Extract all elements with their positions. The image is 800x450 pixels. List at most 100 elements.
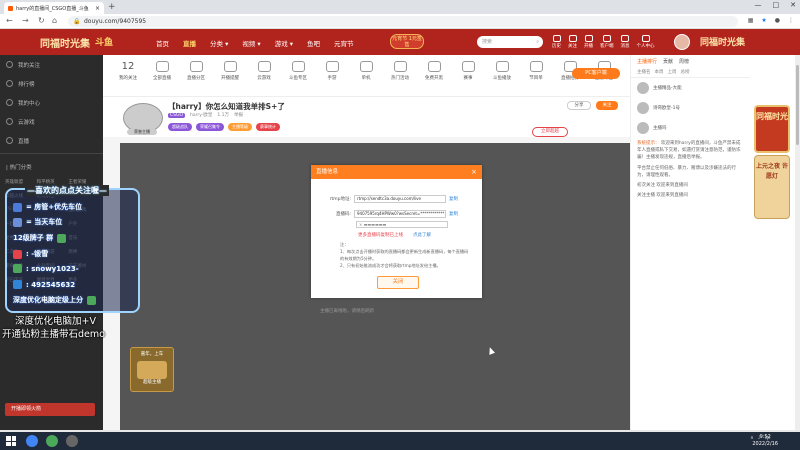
room-tag[interactable]: 赛事统计	[256, 123, 280, 131]
copy-key-button[interactable]: 复制	[449, 211, 458, 217]
clock[interactable]: 9:52 2022/2/16	[752, 434, 778, 448]
chrome-icon[interactable]	[26, 435, 38, 447]
close-icon[interactable]: ×	[471, 165, 477, 179]
rank-tab[interactable]: 主播名	[637, 69, 651, 75]
browser-tab[interactable]: harry的直播间_CSGO直播_斗鱼 ×	[4, 2, 104, 14]
nav-yuba[interactable]: 鱼吧	[307, 38, 320, 48]
minimize-icon[interactable]: —	[755, 1, 762, 9]
category-bar: 12 我的关注 全部直播 直播分区 开播提醒 云游戏 斗鱼专区 手游 单机 热门活动 免费开黑 赛…	[103, 55, 645, 97]
rank-tab[interactable]: 总榜	[681, 69, 690, 75]
home-icon[interactable]: ⌂	[52, 16, 57, 25]
lantern-banner[interactable]: 上元之夜 许愿灯	[754, 155, 790, 219]
follow-button[interactable]: 关注	[568, 35, 577, 49]
nav-live[interactable]: 直播	[183, 38, 196, 48]
reload-icon[interactable]: ↻	[38, 16, 45, 25]
follow-room-button[interactable]: 关注	[596, 101, 618, 110]
nav-category[interactable]: 分类 ▾	[210, 38, 228, 48]
category-item[interactable]: 赛事	[451, 61, 485, 81]
rank-tab[interactable]: 上周	[668, 69, 677, 75]
nav-game[interactable]: 游戏 ▾	[275, 38, 293, 48]
menu-dots-icon[interactable]: ⋮	[788, 17, 794, 24]
stream-key-field[interactable]: 9407595rq4HPWw0?wsSecret=************	[354, 210, 446, 218]
promo-line: : 492545632	[13, 280, 75, 289]
start-stream-promo-button[interactable]: 开播即领火箭	[5, 403, 95, 416]
site-logo[interactable]: 同福时光集	[40, 35, 90, 50]
category-item[interactable]: 全部直播	[145, 61, 179, 81]
share-button[interactable]: 分享	[567, 101, 591, 110]
bookmark-star-icon[interactable]: ★	[761, 17, 766, 24]
learn-more-link[interactable]: 点此了解	[413, 232, 431, 238]
gift-card[interactable]: 嘉年，上车 超级主播	[130, 347, 174, 392]
wechat-icon[interactable]	[46, 435, 58, 447]
sidebar-item-follow[interactable]: 我的关注	[0, 55, 103, 74]
category-item[interactable]: 热门活动	[383, 61, 417, 81]
rank-user[interactable]: 主播精品-大能	[631, 78, 750, 98]
category-item[interactable]: 手游	[315, 61, 349, 81]
activity-column: 同福时光 上元之夜 许愿灯	[750, 55, 795, 430]
nav-video[interactable]: 视频 ▾	[242, 38, 260, 48]
client-button[interactable]: 客户端	[600, 35, 614, 49]
clock-date: 2022/2/16	[752, 441, 778, 447]
activity-banner[interactable]: 同福时光	[754, 105, 790, 153]
category-item[interactable]: 开播提醒	[213, 61, 247, 81]
more-keys-link[interactable]: 更多直播码复制已上线	[358, 232, 403, 238]
category-item[interactable]: 云游戏	[247, 61, 281, 81]
sidebar-item-rank[interactable]: 排行榜	[0, 74, 103, 93]
right-panel: 主播排行 贡献 周榜 主播名 本周 上周 总榜 主播精品-大能 诗哥欧皇-1号 …	[630, 55, 750, 430]
site-header: 同福时光集 斗鱼 首页 直播 分类 ▾ 视频 ▾ 游戏 ▾ 鱼吧 元宵节 元宵节…	[0, 29, 800, 55]
festival-badge[interactable]: 元宵节 1元签售	[390, 34, 424, 49]
sidebar-item-center[interactable]: 我的中心	[0, 93, 103, 112]
room-anchor-name[interactable]: harry·欧皇	[190, 112, 212, 118]
windows-start-icon[interactable]	[6, 436, 16, 446]
nav-lantern-festival[interactable]: 元宵节	[334, 38, 354, 48]
scrollbar-thumb[interactable]	[796, 65, 799, 145]
rank-tab[interactable]: 本周	[655, 69, 664, 75]
close-button[interactable]: 关闭	[377, 276, 419, 289]
profile-center-label: 个人中心	[636, 44, 655, 49]
stream-key-select[interactable]: × ▬▬▬▬▬▬	[356, 221, 448, 228]
tab-contribution[interactable]: 贡献	[663, 58, 673, 65]
tip-button[interactable]: 立即超越	[532, 127, 568, 137]
copy-rtmp-button[interactable]: 复制	[449, 196, 458, 202]
translate-icon[interactable]: ▦	[748, 17, 754, 24]
back-icon[interactable]: ←	[6, 16, 13, 25]
close-tab-icon[interactable]: ×	[95, 5, 100, 12]
profile-center-button[interactable]: 个人中心	[637, 35, 655, 49]
category-item[interactable]: 斗鱼播放	[485, 61, 519, 81]
app-icon[interactable]	[66, 435, 78, 447]
sidebar-item-cloud-game[interactable]: 云游戏	[0, 112, 103, 131]
room-report[interactable]: 举报	[234, 112, 243, 118]
avatar[interactable]	[674, 34, 690, 50]
history-button[interactable]: 历史	[552, 35, 561, 49]
category-item[interactable]: 直播分区	[179, 61, 213, 81]
messages-button[interactable]: 消息	[621, 35, 630, 49]
close-window-icon[interactable]: ✕	[790, 1, 796, 9]
room-tag[interactable]: 超级战队	[168, 123, 192, 131]
room-tag[interactable]: 荣耀召集令	[196, 123, 224, 131]
category-item[interactable]: 节目单	[519, 61, 553, 81]
rtmp-field[interactable]: rtmp://sendtc3a.douyu.com/live	[354, 195, 446, 203]
pc-client-button[interactable]: PC客户端	[572, 68, 620, 79]
tab-week[interactable]: 周榜	[679, 58, 689, 65]
nav-home[interactable]: 首页	[156, 38, 169, 48]
rank-user[interactable]: 主播吗	[631, 118, 750, 138]
category-item[interactable]: 免费开黑	[417, 61, 451, 81]
douyu-logo[interactable]: 斗鱼	[95, 35, 113, 48]
site-search-input[interactable]: 搜索 ⌕	[477, 36, 543, 48]
category-item[interactable]: 单机	[349, 61, 383, 81]
maximize-icon[interactable]: □	[773, 1, 780, 9]
start-stream-button[interactable]: 开播	[584, 35, 593, 49]
new-tab-button[interactable]: +	[108, 2, 116, 12]
sidebar-item-live[interactable]: 直播	[0, 131, 103, 150]
forward-icon[interactable]: →	[22, 16, 29, 25]
tab-anchor-rank[interactable]: 主播排行	[637, 58, 657, 65]
search-icon[interactable]: ⌕	[536, 36, 539, 48]
page-scrollbar[interactable]	[795, 55, 800, 430]
url-field[interactable]: 🔒 douyu.com/9407595	[68, 16, 738, 27]
profile-icon[interactable]: ●	[775, 17, 780, 24]
category-item[interactable]: 斗鱼专区	[281, 61, 315, 81]
room-tag[interactable]: 主播等级	[228, 123, 252, 131]
room-category[interactable]: CSGO	[168, 112, 186, 118]
rank-user[interactable]: 诗哥欧皇-1号	[631, 98, 750, 118]
follow-count[interactable]: 12 我的关注	[111, 61, 145, 81]
